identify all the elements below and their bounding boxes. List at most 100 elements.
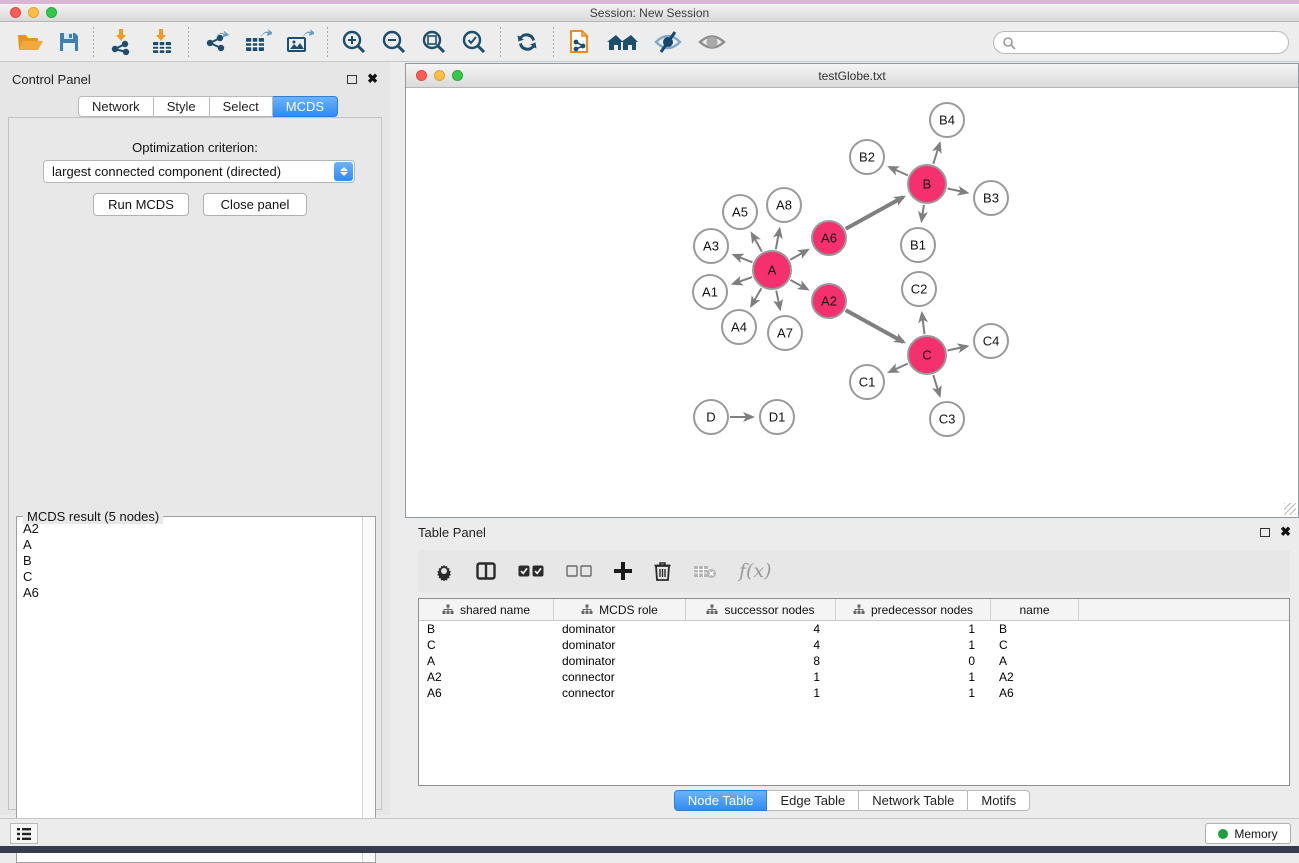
export-table-icon[interactable] — [237, 26, 279, 58]
cell-MCDS-role: dominator — [554, 621, 686, 637]
network-close-button[interactable] — [416, 70, 427, 81]
result-item[interactable]: A6 — [23, 585, 361, 601]
cell-successor-nodes: 4 — [686, 621, 836, 637]
edge-B-B2[interactable] — [890, 167, 908, 175]
edge-C-C4[interactable] — [948, 346, 967, 350]
close-panel-icon[interactable]: ✖ — [367, 74, 378, 84]
minimize-window-button[interactable] — [28, 7, 39, 18]
edge-A-A4[interactable] — [752, 288, 762, 305]
tab-edge-table[interactable]: Edge Table — [767, 790, 859, 811]
edge-A-A7[interactable] — [776, 291, 780, 309]
close-panel-button[interactable]: Close panel — [203, 193, 307, 216]
edge-C-C2[interactable] — [922, 314, 924, 334]
result-item[interactable]: A2 — [23, 521, 361, 537]
tab-motifs[interactable]: Motifs — [968, 790, 1030, 811]
column-header-predecessor-nodes[interactable]: predecessor nodes — [836, 599, 991, 620]
column-header-successor-nodes[interactable]: successor nodes — [686, 599, 836, 620]
zoom-out-icon[interactable] — [374, 26, 414, 58]
table-row[interactable]: Bdominator41B — [419, 621, 1289, 637]
table-row[interactable]: A2connector11A2 — [419, 669, 1289, 685]
network-zoom-button[interactable] — [452, 70, 463, 81]
tab-style[interactable]: Style — [154, 96, 210, 117]
edge-B-B4[interactable] — [933, 144, 939, 164]
open-session-icon[interactable] — [10, 26, 51, 58]
column-header-shared-name[interactable]: shared name — [419, 599, 554, 620]
column-header-name[interactable]: name — [991, 599, 1079, 620]
memory-button[interactable]: Memory — [1205, 823, 1291, 844]
network-document-icon[interactable] — [560, 26, 600, 58]
edge-C-C1[interactable] — [890, 364, 908, 372]
task-history-button[interactable] — [10, 823, 38, 844]
tab-mcds[interactable]: MCDS — [273, 96, 338, 117]
edge-A6-B[interactable] — [846, 197, 904, 229]
result-item[interactable]: B — [23, 553, 361, 569]
float-panel-icon[interactable] — [347, 75, 357, 84]
edge-A-A5[interactable] — [752, 234, 762, 252]
table-header-row: shared nameMCDS rolesuccessor nodesprede… — [419, 599, 1289, 621]
tab-node-table[interactable]: Node Table — [674, 790, 768, 811]
refresh-layout-icon[interactable] — [507, 26, 547, 58]
criterion-dropdown[interactable]: largest connected component (directed) — [43, 160, 355, 183]
close-window-button[interactable] — [10, 7, 21, 18]
plus-icon[interactable] — [614, 562, 632, 580]
checked-boxes-icon[interactable] — [518, 565, 544, 577]
table-row[interactable]: Adominator80A — [419, 653, 1289, 669]
traffic-lights[interactable] — [10, 7, 57, 18]
result-scrollbar[interactable] — [362, 517, 375, 862]
network-canvas[interactable]: AA1A3A5A8A4A7A6A2BB2B4B3B1C2CC1C4C3DD1 — [406, 88, 1297, 516]
edge-A-A3[interactable] — [734, 255, 752, 262]
import-table-icon[interactable] — [142, 26, 182, 58]
import-network-icon[interactable] — [100, 26, 142, 58]
table-row[interactable]: Cdominator41C — [419, 637, 1289, 653]
zoom-selected-icon[interactable] — [454, 26, 494, 58]
table-row[interactable]: A6connector11A6 — [419, 685, 1289, 701]
result-item[interactable]: C — [23, 569, 361, 585]
save-session-icon[interactable] — [51, 26, 87, 58]
node-label-C3: C3 — [939, 412, 956, 427]
edge-B-B3[interactable] — [948, 188, 967, 192]
hide-details-eye-slash-icon[interactable] — [646, 26, 690, 58]
trash-icon[interactable] — [654, 561, 671, 581]
mcds-tab-content: Optimization criterion: largest connecte… — [8, 117, 382, 810]
float-table-panel-icon[interactable] — [1260, 528, 1270, 537]
node-label-A4: A4 — [731, 320, 747, 335]
node-label-B3: B3 — [983, 191, 999, 206]
network-window-title: testGlobe.txt — [818, 69, 885, 83]
birds-eye-icon[interactable] — [690, 26, 734, 58]
resize-grip[interactable] — [1284, 503, 1296, 515]
network-minimize-button[interactable] — [434, 70, 445, 81]
zoom-fit-icon[interactable] — [414, 26, 454, 58]
run-mcds-button[interactable]: Run MCDS — [93, 193, 189, 216]
result-item[interactable]: A — [23, 537, 361, 553]
cell-successor-nodes: 4 — [686, 637, 836, 653]
close-table-panel-icon[interactable]: ✖ — [1280, 527, 1291, 537]
export-network-icon[interactable] — [195, 26, 237, 58]
mcds-result-list[interactable]: A2ABCA6 — [18, 521, 361, 861]
tab-network-table[interactable]: Network Table — [859, 790, 968, 811]
search-input[interactable] — [1016, 36, 1288, 50]
unchecked-boxes-icon[interactable] — [566, 565, 592, 577]
column-header-MCDS-role[interactable]: MCDS role — [554, 599, 686, 620]
edge-A-A6[interactable] — [790, 250, 807, 259]
zoom-window-button[interactable] — [46, 7, 57, 18]
tab-network[interactable]: Network — [78, 96, 154, 117]
edge-A2-C[interactable] — [846, 310, 904, 342]
edge-B-B1[interactable] — [922, 205, 924, 220]
edge-A-A8[interactable] — [776, 230, 780, 250]
double-home-icon[interactable] — [600, 26, 646, 58]
delete-table-icon[interactable] — [693, 564, 717, 579]
zoom-in-icon[interactable] — [334, 26, 374, 58]
network-window-traffic-lights[interactable] — [416, 70, 463, 81]
network-graph[interactable]: AA1A3A5A8A4A7A6A2BB2B4B3B1C2CC1C4C3DD1 — [406, 88, 1297, 516]
export-image-icon[interactable] — [279, 26, 321, 58]
edge-C-C3[interactable] — [933, 375, 939, 395]
split-column-icon[interactable] — [476, 562, 496, 580]
node-table[interactable]: shared nameMCDS rolesuccessor nodesprede… — [418, 598, 1290, 786]
edge-A-A2[interactable] — [790, 280, 807, 289]
gear-icon[interactable] — [434, 561, 454, 581]
edge-A-A1[interactable] — [734, 277, 753, 284]
tab-select[interactable]: Select — [210, 96, 273, 117]
function-builder-icon[interactable]: f(x) — [739, 560, 772, 582]
dropdown-stepper-icon — [334, 162, 353, 181]
search-field[interactable] — [993, 31, 1289, 54]
